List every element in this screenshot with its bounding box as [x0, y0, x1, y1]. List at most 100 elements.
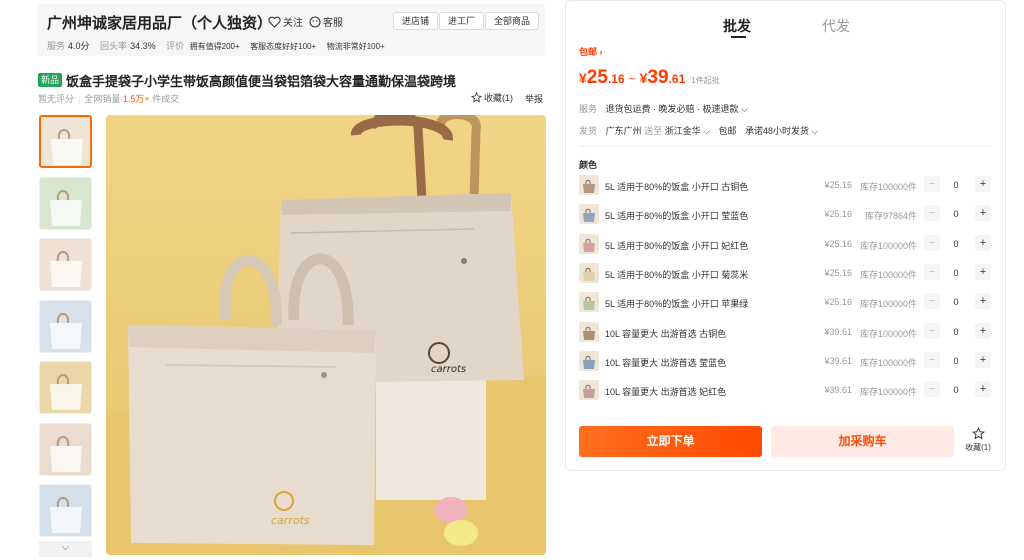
sku-name: 5L 适用于80%的饭盒 小开口 古铜色	[605, 182, 749, 192]
thumbnail-1[interactable]	[39, 115, 92, 168]
shipping-row: 发货 广东广州 送至 浙江金华 ⌵ 包邮 承诺48小时发货 ⌵	[579, 124, 818, 137]
qty-minus-button[interactable]: −	[924, 263, 940, 280]
divider	[579, 146, 992, 147]
sku-name: 10L 容量更大 出游首选 妃红色	[605, 387, 727, 398]
star-icon	[971, 426, 985, 440]
qty-minus-button[interactable]: −	[924, 234, 940, 251]
sku-price: ¥25.16	[824, 180, 852, 190]
sku-stock: 库存100000件	[859, 240, 917, 251]
report-link[interactable]: 举报	[525, 92, 543, 105]
sales-label: 全网销量	[84, 94, 121, 104]
deals-label: 件成交	[152, 94, 180, 104]
buy-now-button[interactable]: 立即下单	[579, 426, 762, 457]
qty-plus-button[interactable]: +	[975, 381, 991, 398]
qty-input[interactable]: 0	[943, 180, 969, 190]
sku-row: 5L 适用于80%的饭盒 小开口 苹果绿 ¥25.16 库存100000件 −0 +	[579, 292, 994, 316]
sku-row: 10L 容量更大 出游首选 妃红色 ¥39.61 库存100000件 −0 +	[579, 380, 994, 404]
sku-stock: 库存100000件	[859, 182, 917, 192]
shipping-promise[interactable]: 承诺48小时发货 ⌵	[745, 126, 818, 136]
qty-plus-button[interactable]: +	[975, 205, 991, 222]
sku-thumbnail[interactable]	[579, 233, 599, 254]
qty-input[interactable]: 0	[943, 327, 969, 337]
customer-service-button[interactable]: 客服	[309, 14, 343, 29]
favorite-side-button[interactable]: 收藏(1)	[962, 426, 994, 453]
qty-plus-button[interactable]: +	[975, 234, 991, 251]
sku-name: 5L 适用于80%的饭盒 小开口 莹蓝色	[605, 211, 749, 222]
sku-price: ¥25.16	[824, 267, 852, 278]
shipping-from: 广东广州	[605, 126, 642, 136]
shipping-destination[interactable]: 浙江金华 ⌵	[665, 126, 710, 136]
qty-minus-button[interactable]: −	[924, 351, 940, 368]
chevron-down-icon[interactable]: ⌵	[39, 541, 92, 557]
thumbnail-6[interactable]	[39, 422, 92, 476]
sku-row: 10L 容量更大 出游首选 莹蓝色 ¥39.61 库存100000件 −0 +	[579, 350, 994, 375]
sku-thumbnail[interactable]	[579, 350, 599, 371]
qty-input[interactable]: 0	[943, 297, 969, 307]
sku-thumbnail[interactable]	[579, 380, 599, 401]
chevron-down-icon[interactable]: ⌵	[248, 14, 257, 29]
follow-button[interactable]: 关注	[268, 14, 303, 29]
thumbnail-4[interactable]	[39, 299, 92, 353]
sku-thumbnail[interactable]	[579, 175, 599, 195]
stat-key: 服务	[47, 41, 66, 51]
qty-input[interactable]: 0	[943, 356, 969, 366]
review-tag: 客服态度好好100+	[250, 42, 317, 51]
sku-row: 5L 适用于80%的饭盒 小开口 古铜色 ¥25.16 库存100000件 −0 +	[579, 175, 994, 199]
qty-input[interactable]: 0	[943, 209, 969, 219]
heart-plus-icon	[268, 16, 281, 28]
tab-wholesale[interactable]: 批发	[723, 16, 751, 36]
service-label: 服务	[579, 104, 598, 114]
qty-minus-button[interactable]: −	[924, 381, 940, 398]
qty-minus-button[interactable]: −	[924, 293, 940, 310]
qty-plus-button[interactable]: +	[975, 351, 991, 368]
sku-stock: 库存100000件	[859, 387, 917, 398]
thumbnail-7[interactable]	[39, 484, 92, 537]
enter-factory-button[interactable]: 进工厂	[439, 12, 485, 30]
qty-minus-button[interactable]: −	[924, 205, 940, 222]
sku-thumbnail[interactable]	[579, 262, 599, 283]
smile-chat-icon	[309, 15, 321, 28]
stat-value: 4.0分	[68, 41, 90, 51]
back-bag-logo: carrots	[431, 364, 466, 375]
qty-minus-button[interactable]: −	[924, 176, 940, 192]
qty-minus-button[interactable]: −	[924, 322, 940, 339]
price-low-dec: .16	[607, 72, 625, 86]
thumbnail-3[interactable]	[39, 238, 92, 291]
favorite-label: 收藏(1)	[484, 93, 513, 103]
qty-input[interactable]: 0	[943, 239, 969, 249]
price-high-dec: .61	[668, 72, 686, 86]
follow-label: 关注	[283, 18, 303, 29]
main-product-image[interactable]: carrots carrots	[106, 115, 546, 555]
add-to-cart-button[interactable]: 加采购车	[771, 426, 954, 457]
favorite-link[interactable]: 收藏(1)	[471, 91, 513, 104]
product-title: 饭盒手提袋子小学生带饭高颜值便当袋铝箔袋大容量通勤保温袋跨境	[66, 74, 457, 89]
qty-input[interactable]: 0	[943, 268, 969, 278]
min-order-qty: 1件起批	[691, 76, 720, 85]
thumbnail-5[interactable]	[39, 361, 92, 414]
sku-thumbnail[interactable]	[579, 204, 599, 225]
sku-row: 5L 适用于80%的饭盒 小开口 莹蓝色 ¥25.16 库存97864件 −0 +	[579, 204, 994, 228]
sku-name: 5L 适用于80%的饭盒 小开口 菊蕊米	[605, 269, 749, 280]
qty-plus-button[interactable]: +	[975, 263, 991, 280]
sku-thumbnail[interactable]	[579, 292, 599, 313]
service-value[interactable]: 退货包运费 · 晚发必赔 · 极速退款 ⌵	[606, 104, 748, 114]
free-shipping-link[interactable]: 包邮 ›	[579, 45, 603, 58]
tab-dropship[interactable]: 代发	[822, 16, 850, 36]
sku-price: ¥25.16	[824, 238, 852, 249]
sku-thumbnail[interactable]	[579, 321, 599, 342]
sales-value: 1.5万+	[122, 94, 150, 104]
color-label: 颜色	[579, 160, 598, 170]
sku-name: 10L 容量更大 出游首选 莹蓝色	[605, 357, 727, 368]
enter-shop-button[interactable]: 进店铺	[393, 12, 439, 30]
qty-plus-button[interactable]: +	[975, 293, 991, 310]
sku-stock: 库存100000件	[859, 328, 917, 339]
shop-name[interactable]: 广州坤诚家居用品厂（个人独资）	[47, 12, 272, 33]
review-tag: 拥有值得200+	[189, 42, 240, 51]
qty-input[interactable]: 0	[943, 385, 969, 395]
qty-plus-button[interactable]: +	[975, 322, 991, 339]
qty-plus-button[interactable]: +	[975, 176, 991, 192]
sku-row: 5L 适用于80%的饭盒 小开口 菊蕊米 ¥25.16 库存100000件 −0 +	[579, 262, 994, 287]
thumbnail-2[interactable]	[39, 176, 92, 230]
price-low-int: 25	[586, 67, 608, 88]
all-products-button[interactable]: 全部商品	[485, 12, 540, 30]
